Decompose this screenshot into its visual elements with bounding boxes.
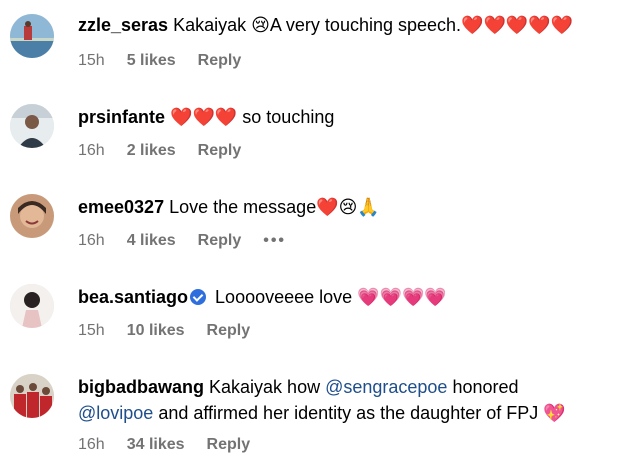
avatar[interactable] xyxy=(10,374,54,418)
comment-text: bigbadbawang Kakaiyak how @sengracepoe h… xyxy=(78,374,612,427)
comment-text: prsinfante ❤️❤️❤️ so touching xyxy=(78,104,612,131)
likes-count[interactable]: 4 likes xyxy=(127,232,176,250)
username[interactable]: zzle_seras xyxy=(78,15,168,35)
reply-button[interactable]: Reply xyxy=(207,322,251,340)
reply-button[interactable]: Reply xyxy=(198,142,242,160)
avatar[interactable] xyxy=(10,284,54,328)
username[interactable]: emee0327 xyxy=(78,197,164,217)
reply-button[interactable]: Reply xyxy=(207,436,251,454)
username[interactable]: prsinfante xyxy=(78,107,165,127)
comment-body: Love the message❤️😢🙏 xyxy=(169,197,380,218)
comment-body: ❤️❤️❤️ so touching xyxy=(170,107,335,128)
comment-body: Kakaiyak 😢A very touching speech.❤️❤️❤️❤… xyxy=(173,15,574,36)
avatar[interactable] xyxy=(10,104,54,148)
heart-crying-pray-emoji: ❤️😢🙏 xyxy=(316,197,380,218)
timestamp: 15h xyxy=(78,322,105,339)
likes-count[interactable]: 5 likes xyxy=(127,52,176,70)
username[interactable]: bigbadbawang xyxy=(78,377,204,397)
pink-hearts-emoji: 💗💗💗💗 xyxy=(357,287,447,308)
verified-badge-icon xyxy=(190,289,207,305)
mention-link[interactable]: @sengracepoe xyxy=(325,377,447,397)
username[interactable]: bea.santiago xyxy=(78,287,188,307)
timestamp: 15h xyxy=(78,52,105,69)
reply-button[interactable]: Reply xyxy=(198,232,242,250)
red-hearts-emoji: ❤️❤️❤️❤️❤️ xyxy=(461,15,574,36)
avatar[interactable] xyxy=(10,14,54,58)
comment-body: Looooveeee love 💗💗💗💗 xyxy=(215,287,447,308)
likes-count[interactable]: 34 likes xyxy=(127,436,185,454)
timestamp: 16h xyxy=(78,232,105,249)
comment-text: bea.santiago Looooveeee love 💗💗💗💗 xyxy=(78,284,612,311)
timestamp: 16h xyxy=(78,142,105,159)
timestamp: 16h xyxy=(78,436,105,453)
comment-text: zzle_seras Kakaiyak 😢A very touching spe… xyxy=(78,12,612,39)
red-hearts-emoji: ❤️❤️❤️ xyxy=(170,107,238,128)
comment-meta: 15h 5 likes Reply xyxy=(78,52,241,70)
avatar[interactable] xyxy=(10,194,54,238)
mention-link[interactable]: @lovipoe xyxy=(78,403,153,423)
likes-count[interactable]: 10 likes xyxy=(127,322,185,340)
comment-meta: 16h 4 likes Reply ••• xyxy=(78,232,286,250)
sparkling-heart-emoji: 💖 xyxy=(543,403,566,424)
comment-meta: 16h 34 likes Reply xyxy=(78,436,250,454)
comment-meta: 16h 2 likes Reply xyxy=(78,142,241,160)
reply-button[interactable]: Reply xyxy=(198,52,242,70)
more-options-icon[interactable]: ••• xyxy=(263,232,286,250)
comment-meta: 15h 10 likes Reply xyxy=(78,322,250,340)
crying-face-emoji: 😢 xyxy=(251,15,270,36)
likes-count[interactable]: 2 likes xyxy=(127,142,176,160)
comment-text: emee0327 Love the message❤️😢🙏 xyxy=(78,194,612,221)
